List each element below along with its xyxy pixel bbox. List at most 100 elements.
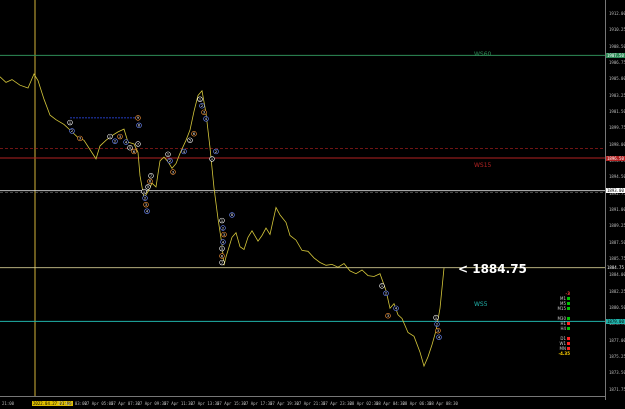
wave-marker-label: 3 bbox=[145, 203, 147, 207]
time-label: 27 Apr 15:30 bbox=[217, 401, 246, 406]
wave-marker-label: 2 bbox=[114, 140, 116, 144]
wave-marker-label: 1 bbox=[69, 121, 71, 125]
wave-marker-label: 7 bbox=[221, 261, 223, 265]
time-label: 27 Apr 03:00 bbox=[58, 401, 87, 406]
time-axis[interactable]: 21:00 2022.04.27 01:00 27 Apr 03:00 27 Apr … bbox=[0, 396, 605, 409]
wave-marker-label: 6 bbox=[193, 132, 195, 136]
wave-marker-label: 2 bbox=[71, 129, 73, 133]
timeframe-status-square bbox=[567, 342, 570, 345]
ws5-label: WS5 bbox=[474, 301, 488, 308]
price-flag: 1896.50 bbox=[606, 155, 625, 161]
time-label: 28 Apr 04:30 bbox=[376, 401, 405, 406]
wave-marker-label: 3 bbox=[79, 137, 81, 141]
price-tick: 1912.00 bbox=[609, 10, 625, 16]
timeframe-status-square bbox=[567, 337, 570, 340]
wave-marker-label: 1 bbox=[211, 157, 213, 161]
wave-marker-label: 3 bbox=[387, 314, 389, 318]
price-tick: 1885.75 bbox=[609, 255, 625, 261]
wave-marker-label: 1 bbox=[381, 284, 383, 288]
price-tick: 1891.00 bbox=[609, 206, 625, 212]
price-tick: 1908.50 bbox=[609, 43, 625, 49]
wave-marker-label: 3 bbox=[223, 233, 225, 237]
price-tick: 1898.00 bbox=[609, 141, 625, 147]
wave-marker-label: 7 bbox=[137, 142, 139, 146]
wave-marker-label: 7 bbox=[150, 174, 152, 178]
wave-marker-label: 8 bbox=[138, 124, 140, 128]
ws60-label: WS60 bbox=[474, 51, 492, 58]
timeframe-status-square bbox=[567, 297, 570, 300]
wave-marker-label: 1 bbox=[221, 219, 223, 223]
wave-marker-label: 2 bbox=[201, 104, 203, 108]
time-label: 27 Apr 09:30 bbox=[137, 401, 167, 406]
price-tick: 1899.75 bbox=[609, 125, 625, 131]
wave-marker-label: 6 bbox=[133, 150, 135, 154]
wave-marker-label: 5 bbox=[147, 185, 149, 189]
timeframe-status-square bbox=[567, 327, 570, 330]
wave-marker-label: 5 bbox=[221, 247, 223, 251]
wave-marker-label: 8 bbox=[231, 213, 233, 217]
price-tick: 1905.00 bbox=[609, 76, 625, 82]
price-tick: 1877.00 bbox=[609, 337, 625, 343]
time-label: 27 Apr 21:30 bbox=[296, 401, 326, 406]
time-label: 27 Apr 13:30 bbox=[190, 401, 220, 406]
wave-marker-label: 1 bbox=[167, 153, 169, 157]
wave-marker-label: 2 bbox=[144, 196, 146, 200]
price-tick: 1910.25 bbox=[609, 27, 625, 33]
time-label: 27 Apr 19:30 bbox=[270, 401, 299, 406]
timeframe-status-square bbox=[567, 307, 570, 310]
wave-marker-label: 2 bbox=[385, 292, 387, 296]
price-flag: 1884.75 bbox=[606, 265, 625, 271]
wave-marker-label: 1 bbox=[435, 316, 437, 320]
price-tick: 1882.25 bbox=[609, 288, 625, 294]
timeframe-panel: -3 M1 M5 M15 M30 H1 H4 D1 W1 MN -4.35 bbox=[548, 291, 570, 356]
price-tick: 1873.50 bbox=[609, 370, 625, 376]
price-flag: 1893.00 bbox=[606, 188, 625, 194]
price-tick: 1889.25 bbox=[609, 223, 625, 229]
wave-marker-label: 5 bbox=[129, 146, 131, 150]
time-label: 28 Apr 06:30 bbox=[402, 401, 432, 406]
price-flag: 1907.50 bbox=[606, 52, 625, 58]
time-label: 27 Apr 05:00 bbox=[84, 401, 114, 406]
time-label: 28 Apr 08:30 bbox=[429, 401, 458, 406]
price-scale[interactable]: 1912.00 1910.25 1908.50 1906.75 1905.00 1903.… bbox=[605, 0, 625, 400]
wave-marker-label: 1 bbox=[199, 98, 201, 102]
wave-marker-label: 2 bbox=[436, 322, 438, 326]
timeframe-status-square bbox=[567, 317, 570, 320]
current-price-label: < 1884.75 bbox=[458, 262, 527, 276]
price-tick: 1887.50 bbox=[609, 239, 625, 245]
timeframe-status-square bbox=[567, 302, 570, 305]
time-label: 27 Apr 23:30 bbox=[323, 401, 352, 406]
time-label: 27 Apr 07:30 bbox=[111, 401, 140, 406]
timeframe-status-square bbox=[567, 347, 570, 350]
timeframe-row: -4.35 bbox=[558, 351, 570, 356]
wave-marker-label: 1 bbox=[143, 190, 145, 194]
price-tick: 1894.50 bbox=[609, 174, 625, 180]
wave-marker-label: 6 bbox=[149, 180, 151, 184]
wave-marker-label: 3 bbox=[203, 111, 205, 115]
price-tick: 1880.50 bbox=[609, 304, 625, 310]
wave-marker-label: 1 bbox=[109, 135, 111, 139]
wave-marker-label: 3 bbox=[172, 170, 174, 174]
wave-marker-label: 5 bbox=[189, 139, 191, 143]
price-tick: 1906.75 bbox=[609, 59, 625, 65]
wave-marker-label: 2 bbox=[222, 226, 224, 230]
time-label: 27 Apr 11:30 bbox=[164, 401, 193, 406]
wave-marker-label: 2 bbox=[215, 150, 217, 154]
price-tick: 1884.00 bbox=[609, 272, 625, 278]
price-tick: 1871.75 bbox=[609, 386, 625, 392]
time-label: 21:00 bbox=[2, 401, 15, 406]
price-chart[interactable]: 123 1234567891234567123456123412123456781… bbox=[0, 0, 625, 408]
ws15-label: WS15 bbox=[474, 162, 492, 169]
wave-marker-label: 6 bbox=[221, 254, 223, 258]
wave-marker-label: 3 bbox=[119, 135, 121, 139]
price-tick: 1901.50 bbox=[609, 108, 625, 114]
wave-marker-label: 2 bbox=[169, 159, 171, 163]
price-flag: 1879.00 bbox=[606, 318, 625, 324]
wave-marker-label: 9 bbox=[137, 116, 139, 120]
time-label: 27 Apr 17:30 bbox=[243, 401, 273, 406]
time-label: 28 Apr 02:30 bbox=[349, 401, 379, 406]
wave-marker-label: 3 bbox=[437, 329, 439, 333]
price-tick: 1875.25 bbox=[609, 353, 625, 359]
timeframe-status-square bbox=[567, 322, 570, 325]
price-tick: 1903.25 bbox=[609, 92, 625, 98]
